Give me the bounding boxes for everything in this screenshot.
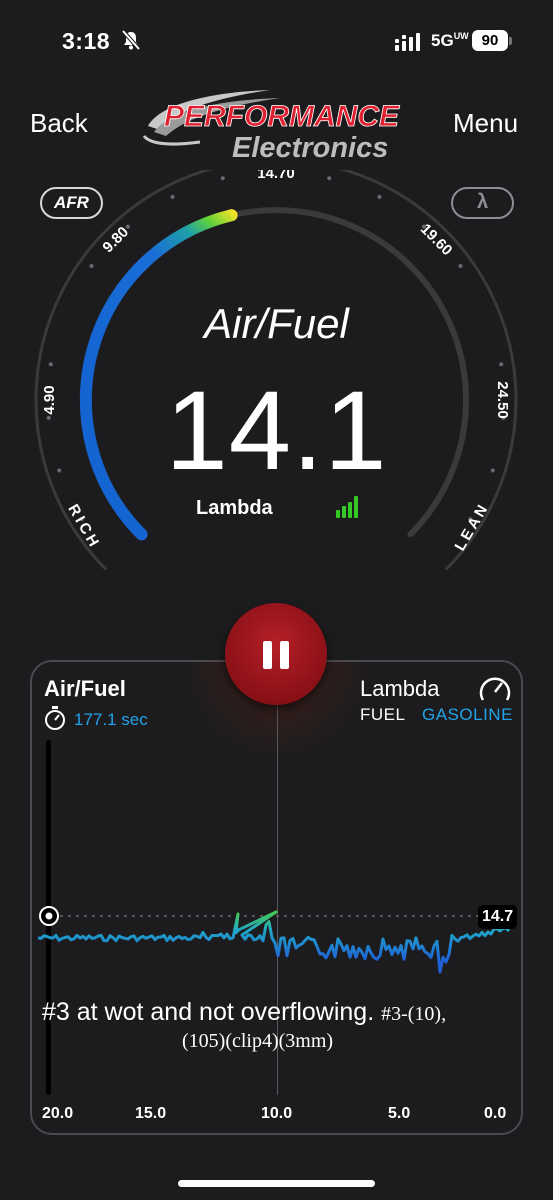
gauge-tick-label: 14.70 <box>257 170 295 182</box>
status-time: 3:18 <box>62 28 111 54</box>
gauge-tick-dot <box>220 176 225 181</box>
menu-button[interactable]: Menu <box>453 108 518 139</box>
afr-history-chart <box>37 906 511 974</box>
gauge-tick-dot <box>125 224 130 229</box>
gauge-tick-label: 19.60 <box>417 221 456 260</box>
x-tick-10: 10.0 <box>261 1105 293 1122</box>
gauge-value: 14.1 <box>165 368 388 493</box>
speedometer-icon[interactable] <box>478 674 512 704</box>
back-button[interactable]: Back <box>30 108 88 139</box>
recording-timer: 177.1 sec <box>74 710 148 729</box>
gauge-sub-label: Lambda <box>196 497 273 519</box>
network-type: 5GUW <box>431 31 469 50</box>
fuel-label: FUEL <box>360 705 406 724</box>
pause-icon-bar-left <box>263 641 272 669</box>
home-indicator[interactable] <box>178 1180 375 1187</box>
battery-tip <box>509 37 512 45</box>
note-line2: (105)(clip4)(3mm) <box>182 1030 334 1052</box>
gauge-title: Air/Fuel <box>204 300 349 347</box>
gauge-tick-dot <box>377 194 382 199</box>
x-tick-0: 0.0 <box>484 1105 507 1122</box>
gauge-tick-dot <box>458 264 463 268</box>
battery-indicator: 90 <box>472 30 508 51</box>
stopwatch-icon <box>45 706 65 730</box>
logo-line1: PERFORMANCE <box>164 100 400 133</box>
graph-right-title: Lambda <box>360 676 440 701</box>
bell-slash-icon <box>121 29 141 51</box>
pause-icon-bar-right <box>280 641 289 669</box>
x-tick-20: 20.0 <box>42 1105 74 1122</box>
afr-history-line <box>37 910 511 974</box>
afr-mode-button[interactable]: AFR <box>40 187 103 219</box>
lambda-mode-button[interactable]: λ <box>451 187 514 219</box>
logo-line2: Electronics <box>232 132 388 164</box>
lean-label: LEAN <box>452 500 493 554</box>
fuel-type-value[interactable]: GASOLINE <box>422 705 513 725</box>
signal-strength-icon <box>336 496 358 518</box>
x-tick-15: 15.0 <box>135 1105 167 1122</box>
gauge-tick-dot <box>89 264 94 268</box>
x-tick-5: 5.0 <box>388 1105 411 1122</box>
cellular-signal-icon <box>395 33 420 51</box>
history-graph-panel: 14.7 Air/Fuel 177.1 sec Lambda FUEL GASO… <box>30 660 523 1135</box>
graph-left-title: Air/Fuel <box>44 676 126 701</box>
gauge-tick-dot <box>327 176 332 181</box>
gauge-tick-dot <box>170 194 175 199</box>
current-value-badge: 14.7 <box>478 905 518 929</box>
performance-electronics-logo: PERFORMANCE Electronics <box>142 90 400 164</box>
note-line1: #3 at wot and not overflowing. #3-(10), <box>42 998 447 1026</box>
pause-button[interactable] <box>225 603 327 705</box>
status-bar: 3:18 5GUW 90 <box>0 0 553 80</box>
